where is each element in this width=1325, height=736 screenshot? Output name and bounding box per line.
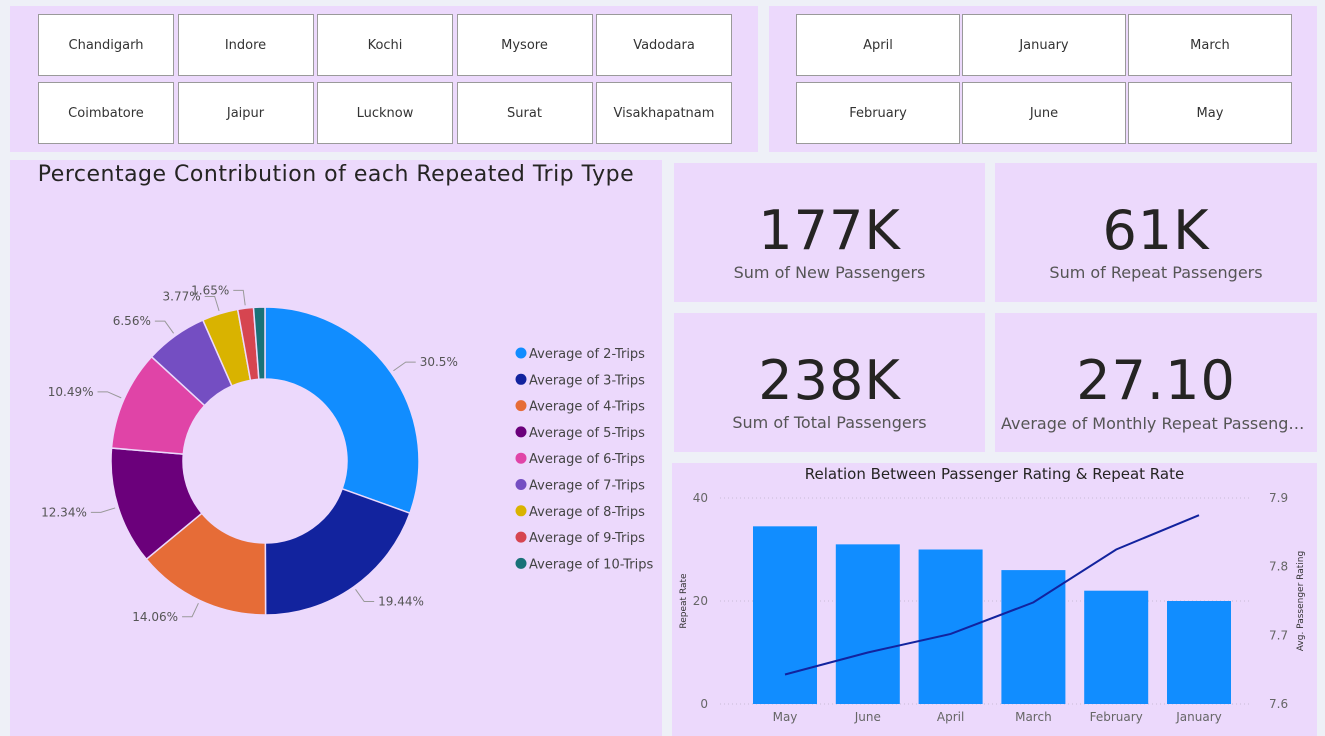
city-slicer-item-chandigarh[interactable]: Chandigarh xyxy=(38,14,174,76)
city-slicer-panel: Chandigarh Indore Kochi Mysore Vadodara Coimb… xyxy=(10,6,758,152)
legend-marker xyxy=(515,426,527,438)
bar[interactable] xyxy=(753,526,817,704)
month-slicer-panel: April January March February June May xyxy=(769,6,1317,152)
donut-data-label: 6.56% xyxy=(113,314,151,328)
kpi-value: 27.10 xyxy=(1076,349,1236,412)
legend-label: Average of 9-Trips xyxy=(529,531,645,546)
city-slicer-item-coimbatore[interactable]: Coimbatore xyxy=(38,82,174,144)
legend-label: Average of 5-Trips xyxy=(529,426,645,441)
city-slicer-item-visakhapatnam[interactable]: Visakhapatnam xyxy=(596,82,732,144)
legend-label: Average of 2-Trips xyxy=(529,347,645,362)
legend-label: Average of 8-Trips xyxy=(529,505,645,520)
kpi-label: Sum of Repeat Passengers xyxy=(1049,263,1263,282)
donut-leader-line xyxy=(204,296,220,312)
donut-data-label: 19.44% xyxy=(378,595,424,609)
combo-chart: 0 20 40 7.6 7.7 7.8 7.9 Repeat Rate Avg. Passeng… xyxy=(679,491,1306,724)
donut-leader-line xyxy=(393,361,416,372)
donut-data-label: 14.06% xyxy=(132,610,178,624)
y2-tick-label: 7.6 xyxy=(1269,697,1288,711)
donut-slice[interactable] xyxy=(264,306,420,515)
donut-chart-panel: Percentage Contribution of each Repeated… xyxy=(10,160,662,736)
kpi-value: 61K xyxy=(1102,199,1210,262)
legend-marker xyxy=(515,400,527,412)
kpi-label: Sum of Total Passengers xyxy=(732,413,927,432)
x-tick-label: February xyxy=(1090,710,1143,724)
kpi-card-repeat-passengers: 61K Sum of Repeat Passengers xyxy=(995,163,1317,302)
donut-data-label: 1.65% xyxy=(191,283,229,297)
legend-label: Average of 10-Trips xyxy=(529,557,653,572)
x-tick-label: January xyxy=(1175,710,1222,724)
donut-leader-line xyxy=(154,320,175,334)
x-tick-label: April xyxy=(937,710,964,724)
city-slicer-item-vadodara[interactable]: Vadodara xyxy=(596,14,732,76)
month-slicer-item-may[interactable]: May xyxy=(1128,82,1292,144)
city-slicer-item-indore[interactable]: Indore xyxy=(177,14,314,76)
bar[interactable] xyxy=(835,544,900,704)
legend-marker xyxy=(515,505,527,517)
legend-marker xyxy=(515,531,527,543)
x-tick-label: June xyxy=(854,710,881,724)
donut-leader-line xyxy=(355,588,375,603)
legend-label: Average of 3-Trips xyxy=(529,373,645,388)
legend-label: Average of 6-Trips xyxy=(529,452,645,467)
legend-label: Average of 7-Trips xyxy=(529,479,645,494)
month-slicer-item-june[interactable]: June xyxy=(962,82,1126,144)
city-slicer-item-kochi[interactable]: Kochi xyxy=(317,14,453,76)
x-tick-label: March xyxy=(1015,710,1052,724)
donut-data-label: 30.5% xyxy=(420,355,458,369)
x-tick-label: May xyxy=(773,710,798,724)
y-tick-label: 0 xyxy=(700,697,708,711)
bar[interactable] xyxy=(1167,601,1231,704)
donut-leader-line xyxy=(233,289,246,306)
city-slicer-item-mysore[interactable]: Mysore xyxy=(456,14,593,76)
donut-data-label: 12.34% xyxy=(41,505,87,519)
kpi-card-new-passengers: 177K Sum of New Passengers xyxy=(674,163,985,302)
bar[interactable] xyxy=(918,549,983,705)
legend-marker xyxy=(515,479,527,490)
donut-leader-line xyxy=(97,391,122,399)
y-tick-label: 40 xyxy=(693,491,708,505)
month-slicer-item-march[interactable]: March xyxy=(1128,14,1292,76)
kpi-value: 177K xyxy=(758,199,901,262)
legend-marker xyxy=(515,557,527,569)
bar[interactable] xyxy=(1084,590,1149,704)
legend-marker xyxy=(515,347,527,359)
kpi-label: Average of Monthly Repeat Passenger R... xyxy=(1001,414,1317,433)
month-slicer-item-january[interactable]: January xyxy=(962,14,1126,76)
month-slicer-item-april[interactable]: April xyxy=(796,14,960,76)
y-tick-label: 20 xyxy=(693,594,708,608)
kpi-card-total-passengers: 238K Sum of Total Passengers xyxy=(674,313,985,452)
city-slicer-item-jaipur[interactable]: Jaipur xyxy=(177,82,314,144)
y-axis-title: Repeat Rate xyxy=(679,573,689,629)
legend-label: Average of 4-Trips xyxy=(529,400,645,415)
kpi-card-repeat-rate: 27.10 Average of Monthly Repeat Passenge… xyxy=(995,313,1317,452)
donut-leader-line xyxy=(90,507,116,513)
city-slicer-item-lucknow[interactable]: Lucknow xyxy=(317,82,453,144)
donut-data-label: 10.49% xyxy=(48,385,94,399)
combo-chart-panel: Relation Between Passenger Rating & Repe… xyxy=(672,463,1317,736)
kpi-label: Sum of New Passengers xyxy=(733,263,926,282)
y2-tick-label: 7.7 xyxy=(1269,628,1288,642)
city-slicer-item-surat[interactable]: Surat xyxy=(456,82,593,144)
month-slicer-item-february[interactable]: February xyxy=(796,82,960,144)
y2-tick-label: 7.9 xyxy=(1269,491,1288,505)
kpi-value: 238K xyxy=(758,349,901,412)
legend-marker xyxy=(515,373,527,385)
y2-axis-title: Avg. Passenger Rating xyxy=(1296,551,1306,651)
donut-leader-line xyxy=(182,602,199,618)
y2-tick-label: 7.8 xyxy=(1269,560,1288,574)
donut-chart: 30.5%19.44%14.06%12.34%10.49%6.56%3.77%1… xyxy=(41,283,653,624)
bar[interactable] xyxy=(1001,570,1066,704)
legend-marker xyxy=(515,452,527,464)
